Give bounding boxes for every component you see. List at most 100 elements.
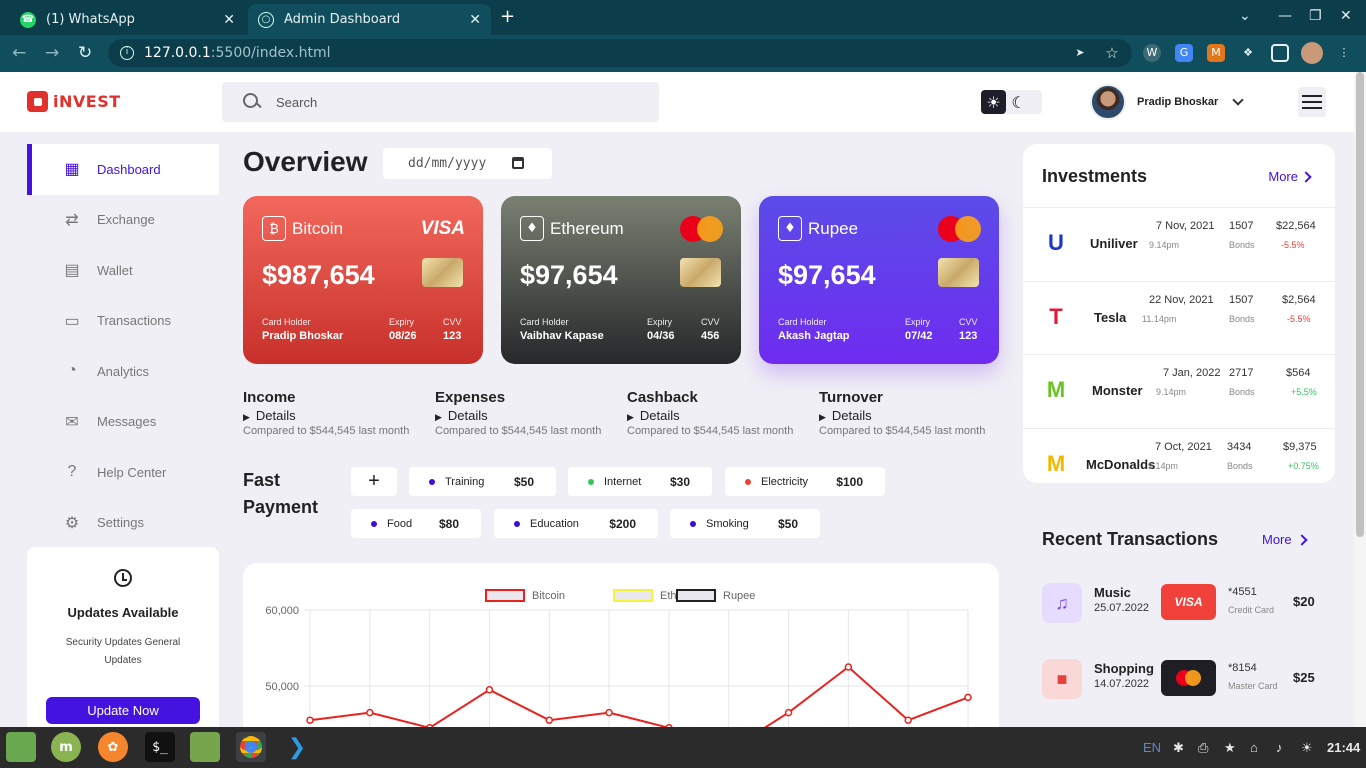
investment-row[interactable]: M Monster 7 Jan, 2022 9.14pm 2717 Bonds $564 +5… bbox=[1023, 354, 1335, 427]
sidebar-item-messages[interactable]: ✉ Messages bbox=[27, 397, 219, 448]
desktop-icon[interactable] bbox=[6, 732, 36, 762]
payment-internet[interactable]: Internet $30 bbox=[568, 467, 712, 496]
user-profile[interactable]: Pradip Bhoskar bbox=[1090, 84, 1244, 120]
chevron-down-icon[interactable] bbox=[1232, 93, 1244, 106]
investment-time: 9.14pm bbox=[1148, 460, 1179, 471]
series-line-bitcoin bbox=[309, 665, 969, 727]
wordpress-icon[interactable]: W bbox=[1143, 44, 1161, 62]
more-vert-icon[interactable]: ⋮ bbox=[1335, 44, 1353, 62]
chrome-icon[interactable] bbox=[236, 732, 266, 762]
reload-icon[interactable]: ↻ bbox=[78, 43, 92, 63]
sidebar-item-settings[interactable]: ⚙ Settings bbox=[27, 498, 219, 549]
investment-name: Monster bbox=[1092, 383, 1143, 398]
investment-row[interactable]: M McDonalds 7 Oct, 2021 9.14pm 3434 Bonds $9,3… bbox=[1023, 427, 1335, 501]
tab-admin-dashboard[interactable]: ○ Admin Dashboard ✕ bbox=[248, 4, 491, 35]
vscode-icon[interactable]: ❯ bbox=[282, 732, 312, 762]
volume-icon[interactable]: ♪ bbox=[1276, 740, 1283, 755]
sun-icon[interactable]: ☀ bbox=[981, 90, 1006, 114]
transaction-name: Music bbox=[1094, 585, 1131, 600]
payment-education[interactable]: Education $200 bbox=[494, 509, 658, 538]
crypto-card-ethereum[interactable]: ♦ Ethereum $97,654 Card Holder Vaibhav Kapas… bbox=[501, 196, 741, 364]
transaction-row[interactable]: ■ Shopping 14.07.2022 *8154 Master Card $25 bbox=[1042, 659, 1342, 703]
investment-date: 7 Jan, 2022 bbox=[1163, 367, 1221, 379]
y-tick-label: 60,000 bbox=[265, 605, 299, 617]
printer-icon[interactable]: ⎙ bbox=[1198, 740, 1208, 756]
payment-training[interactable]: Training $50 bbox=[409, 467, 556, 496]
maximize-button[interactable]: ❐ bbox=[1309, 8, 1322, 24]
date-input[interactable]: dd/mm/yyyy bbox=[383, 148, 552, 179]
profile-avatar-icon[interactable] bbox=[1301, 42, 1323, 64]
terminal-icon[interactable]: $_ bbox=[145, 732, 175, 762]
sidebar-item-help-center[interactable]: ? Help Center bbox=[27, 447, 219, 498]
search-bar bbox=[222, 82, 659, 122]
payment-smoking[interactable]: Smoking $50 bbox=[670, 509, 820, 538]
bluetooth-icon[interactable]: ✱ bbox=[1173, 740, 1184, 756]
sidebar-item-transactions[interactable]: ▭ Transactions bbox=[27, 296, 219, 347]
update-now-button[interactable]: Update Now bbox=[46, 697, 200, 724]
star-icon[interactable]: ☆ bbox=[1103, 44, 1121, 62]
brand-logo[interactable]: iNVEST bbox=[27, 91, 121, 112]
card-cvv: 123 bbox=[443, 330, 462, 342]
moon-icon[interactable]: ☾ bbox=[1006, 90, 1031, 114]
sidebar-item-exchange[interactable]: ⇄ Exchange bbox=[27, 195, 219, 246]
share-icon[interactable]: ➤ bbox=[1071, 44, 1089, 62]
sidebar-item-dashboard[interactable]: ▦ Dashboard bbox=[27, 144, 219, 195]
new-tab-button[interactable]: + bbox=[500, 6, 515, 27]
card-holder-label: Card Holder bbox=[262, 317, 311, 327]
close-icon[interactable]: ✕ bbox=[223, 12, 235, 28]
close-icon[interactable]: ✕ bbox=[469, 12, 481, 28]
star-icon[interactable]: ★ bbox=[1224, 740, 1236, 756]
back-icon[interactable]: ← bbox=[12, 43, 26, 63]
stat-income: Income Details Compared to $544,545 last m… bbox=[243, 389, 433, 437]
hamburger-menu-icon[interactable] bbox=[1298, 87, 1326, 117]
logo-icon bbox=[27, 91, 48, 112]
investment-row[interactable]: T Tesla 22 Nov, 2021 11.14pm 1507 Bonds $2,564… bbox=[1023, 280, 1335, 354]
url-field[interactable]: i 127.0.0.1:5500/index.html bbox=[108, 39, 1132, 67]
clock[interactable]: 21:44 bbox=[1327, 740, 1360, 755]
payment-food[interactable]: Food $80 bbox=[351, 509, 481, 538]
mint-menu-icon[interactable]: m bbox=[51, 732, 81, 762]
tab-search-icon[interactable]: ⌄ bbox=[1239, 8, 1251, 24]
ethereum-icon: ♦ bbox=[778, 216, 802, 241]
tab-whatsapp[interactable]: ☎ (1) WhatsApp ✕ bbox=[10, 4, 245, 35]
chevron-right-icon[interactable] bbox=[1296, 534, 1308, 546]
forward-icon[interactable]: → bbox=[45, 43, 59, 63]
crypto-card-bitcoin[interactable]: ₿ Bitcoin VISA $987,654 Card Holder Pradip Bh… bbox=[243, 196, 483, 364]
sidebar-item-analytics[interactable]: ◔ Analytics bbox=[27, 346, 219, 397]
language-indicator[interactable]: EN bbox=[1143, 740, 1161, 755]
transaction-row[interactable]: ♫ Music 25.07.2022 VISA *4551 Credit Card $20 bbox=[1042, 583, 1342, 627]
investments-more-link[interactable]: More bbox=[1268, 169, 1298, 184]
sidepanel-icon[interactable] bbox=[1271, 44, 1289, 62]
wifi-icon[interactable]: ⌂ bbox=[1250, 740, 1258, 755]
details-toggle[interactable]: Details bbox=[819, 408, 1009, 423]
transactions-more-link[interactable]: More bbox=[1262, 532, 1292, 547]
folder-icon[interactable] bbox=[190, 732, 220, 762]
info-icon[interactable]: i bbox=[120, 46, 134, 60]
details-toggle[interactable]: Details bbox=[435, 408, 625, 423]
card-expiry-label: Expiry bbox=[905, 317, 931, 327]
extensions-icon[interactable]: ❖ bbox=[1239, 44, 1257, 62]
scrollbar[interactable] bbox=[1354, 72, 1366, 727]
minimize-button[interactable]: — bbox=[1278, 8, 1292, 24]
calendar-icon[interactable] bbox=[512, 157, 524, 169]
metamask-icon[interactable]: M bbox=[1207, 44, 1225, 62]
scrollbar-thumb[interactable] bbox=[1356, 72, 1364, 537]
firefox-icon[interactable]: ✿ bbox=[98, 732, 128, 762]
details-toggle[interactable]: Details bbox=[627, 408, 817, 423]
investment-row[interactable]: U Uniliver 7 Nov, 2021 9.14pm 1507 Bonds $22,5… bbox=[1023, 207, 1335, 280]
details-toggle[interactable]: Details bbox=[243, 408, 433, 423]
search-input[interactable] bbox=[276, 94, 636, 110]
sidebar-item-wallet[interactable]: ▤ Wallet bbox=[27, 245, 219, 296]
sidebar: ▦ Dashboard ⇄ Exchange ▤ Wallet ▭ Transactions ◔… bbox=[27, 144, 219, 548]
crypto-card-rupee[interactable]: ♦ Rupee $97,654 Card Holder Akash Jagtap Expi… bbox=[759, 196, 999, 364]
brightness-icon[interactable]: ☀ bbox=[1301, 740, 1313, 756]
close-window-button[interactable]: ✕ bbox=[1340, 8, 1352, 24]
google-translate-icon[interactable]: G bbox=[1175, 44, 1193, 62]
data-point bbox=[904, 716, 912, 724]
data-point bbox=[844, 663, 853, 671]
chevron-right-icon[interactable] bbox=[1300, 171, 1312, 183]
add-payment-button[interactable]: + bbox=[351, 467, 397, 496]
payment-electricity[interactable]: Electricity $100 bbox=[725, 467, 885, 496]
investment-amount: $564 bbox=[1286, 367, 1311, 379]
theme-toggle[interactable]: ☀ ☾ bbox=[981, 90, 1042, 114]
